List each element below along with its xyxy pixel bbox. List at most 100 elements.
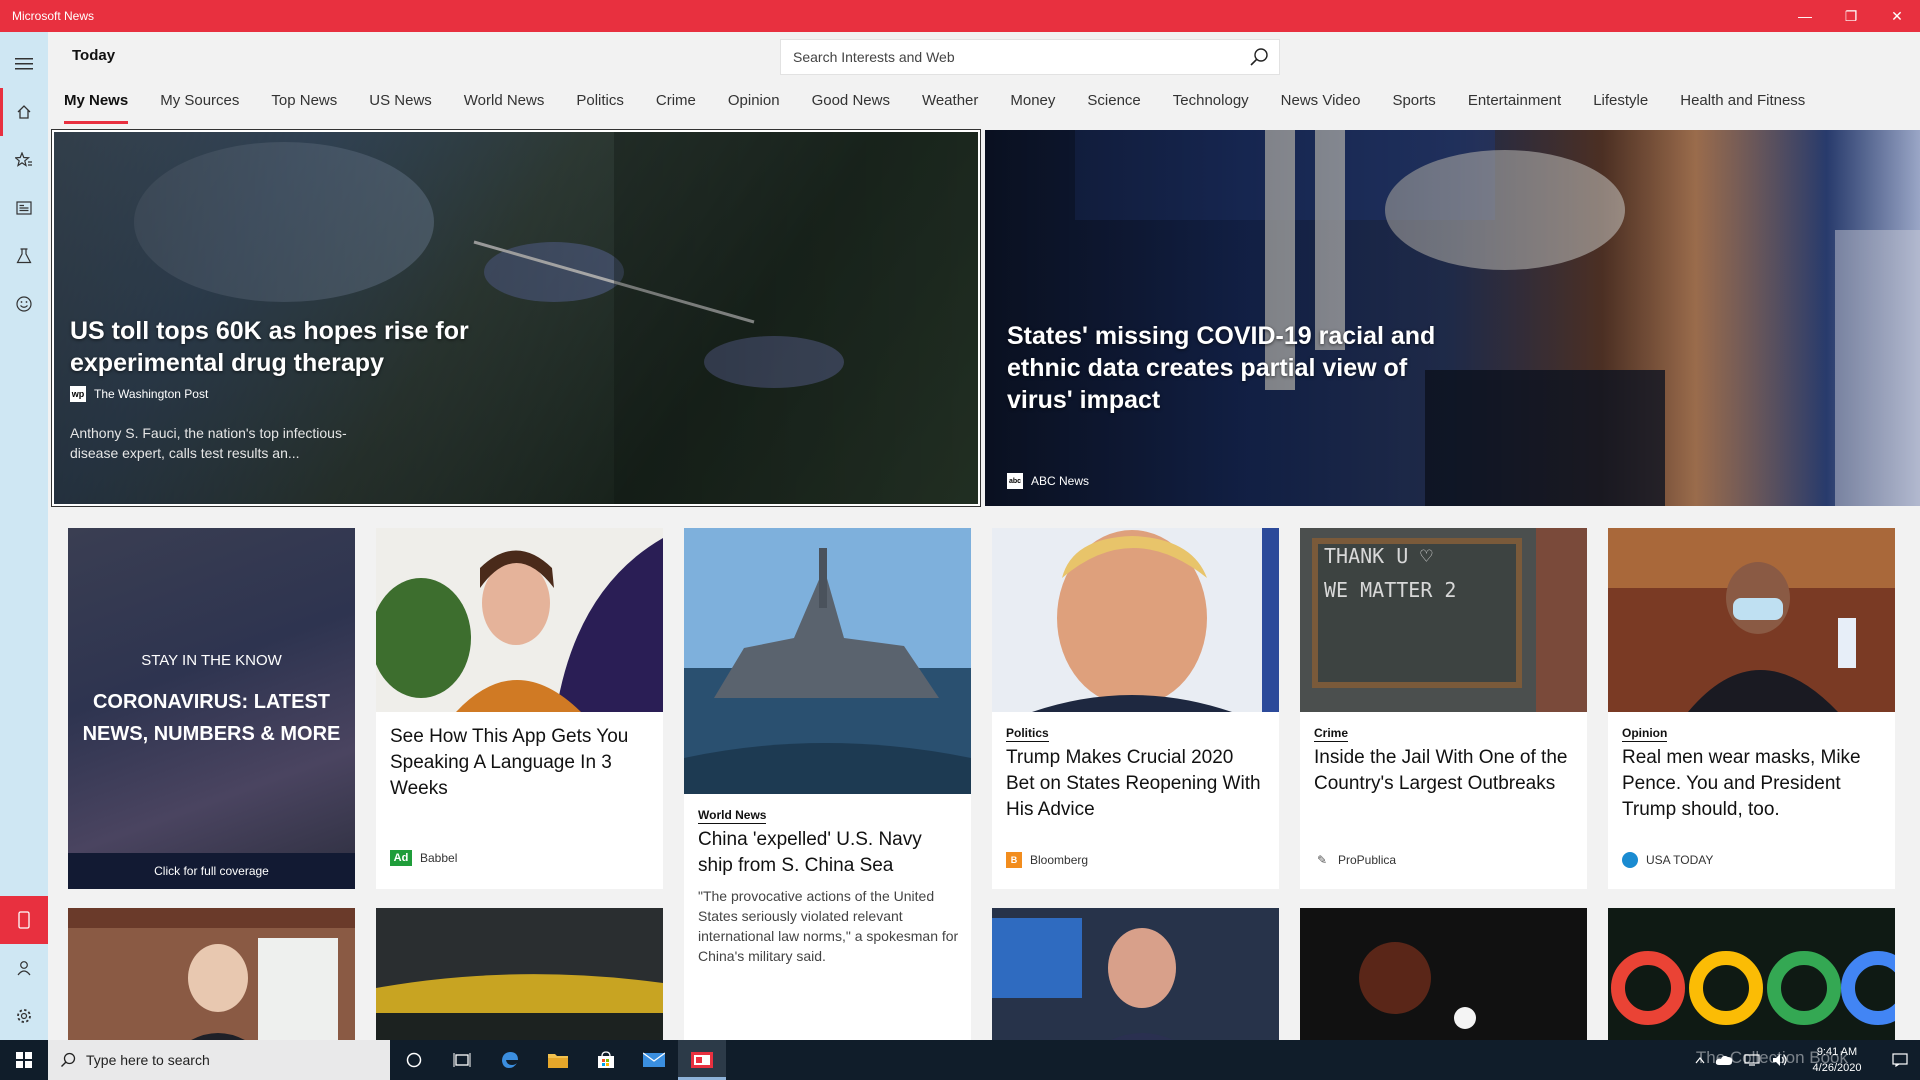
promo-title: CORONAVIRUS: LATEST NEWS, NUMBERS & MORE [82,691,341,745]
account-person-icon[interactable] [0,944,48,992]
source-name: The Washington Post [94,387,209,401]
story-card-row3-4[interactable] [1300,908,1587,1040]
card-source: USA TODAY [1622,852,1713,868]
story-card-masks-opinion[interactable]: Opinion Real men wear masks, Mike Pence.… [1608,528,1895,889]
tab-lifestyle[interactable]: Lifestyle [1577,88,1664,124]
science-flask-icon[interactable] [0,232,48,280]
tab-weather[interactable]: Weather [906,88,994,124]
hero-source: wp The Washington Post [70,386,208,402]
source-name: Bloomberg [1030,853,1089,867]
story-card-navy-ship[interactable]: World News China 'expelled' U.S. Navy sh… [684,528,971,1040]
card-photo-woman [376,528,663,712]
card-photo-google-logo [1608,908,1895,1040]
settings-gear-icon[interactable] [0,992,48,1040]
network-icon[interactable] [1738,1040,1766,1080]
tab-health-and-fitness[interactable]: Health and Fitness [1664,88,1821,124]
tab-top-news[interactable]: Top News [255,88,353,124]
story-card-row3-1[interactable] [68,908,355,1040]
card-source: B Bloomberg [1006,852,1088,868]
taskbar-search-box[interactable]: Type here to search [48,1040,390,1080]
promo-kicker: STAY IN THE KNOW [141,652,282,669]
category-tabs: My News My Sources Top News US News Worl… [48,88,1821,124]
tab-opinion[interactable]: Opinion [712,88,796,124]
onedrive-cloud-icon[interactable] [1710,1040,1738,1080]
search-icon [61,1052,76,1067]
close-button[interactable]: ✕ [1874,0,1920,32]
tab-money[interactable]: Money [994,88,1071,124]
card-title[interactable]: Inside the Jail With One of the Country'… [1314,745,1574,797]
mail-icon[interactable] [630,1040,678,1080]
card-category[interactable]: Opinion [1622,725,1668,742]
card-photo-trump [992,528,1279,712]
tab-my-sources[interactable]: My Sources [144,88,255,124]
card-photo-warship [684,528,971,794]
interests-star-icon[interactable] [0,136,48,184]
full-coverage-link[interactable]: Click for full coverage [68,853,355,889]
mobile-phone-icon[interactable] [0,896,48,944]
story-card-trump-reopening[interactable]: Politics Trump Makes Crucial 2020 Bet on… [992,528,1279,889]
title-bar: Microsoft News — ❐ ✕ [0,0,1920,32]
taskbar-search-input[interactable]: Type here to search [86,1052,210,1068]
source-name: USA TODAY [1646,853,1714,867]
washington-post-logo-icon: wp [70,386,86,402]
source-name: Babbel [420,851,458,865]
coronavirus-coverage-card[interactable]: STAY IN THE KNOW CORONAVIRUS: LATEST NEW… [68,528,355,889]
restore-button[interactable]: ❐ [1828,0,1874,32]
taskbar-clock[interactable]: 9:41 AM 4/26/2020 [1794,1044,1880,1076]
system-tray: 9:41 AM 4/26/2020 [1690,1040,1920,1080]
card-category[interactable]: Politics [1006,725,1049,742]
tab-sports[interactable]: Sports [1376,88,1451,124]
card-title[interactable]: See How This App Gets You Speaking A Lan… [390,724,650,802]
card-title[interactable]: China 'expelled' U.S. Navy ship from S. … [698,827,958,879]
tab-news-video[interactable]: News Video [1265,88,1377,124]
store-icon[interactable] [582,1040,630,1080]
card-title[interactable]: Real men wear masks, Mike Pence. You and… [1622,745,1882,823]
tab-entertainment[interactable]: Entertainment [1452,88,1577,124]
hero-story-drug-therapy[interactable]: US toll tops 60K as hopes rise for exper… [51,129,981,507]
card-category[interactable]: Crime [1314,725,1349,742]
tab-good-news[interactable]: Good News [796,88,906,124]
ad-card-babbel[interactable]: See How This App Gets You Speaking A Lan… [376,528,663,889]
tab-my-news[interactable]: My News [48,88,144,124]
news-sources-icon[interactable] [0,184,48,232]
task-view-icon[interactable] [438,1040,486,1080]
file-explorer-icon[interactable] [534,1040,582,1080]
action-center-notification-icon[interactable] [1880,1040,1920,1080]
card-photo-chalkboard: THANK U ♡ WE MATTER 2 [1300,528,1587,712]
story-card-row3-2[interactable] [376,908,663,1040]
hero-snippet: Anthony S. Fauci, the nation's top infec… [70,425,347,461]
tab-crime[interactable]: Crime [640,88,712,124]
bloomberg-logo-icon: B [1006,852,1022,868]
hamburger-menu-icon[interactable] [0,40,48,88]
card-source: Ad Babbel [390,850,457,866]
card-title[interactable]: Trump Makes Crucial 2020 Bet on States R… [1006,745,1266,823]
search-input[interactable]: Search Interests and Web [781,49,1239,65]
search-box[interactable]: Search Interests and Web [780,39,1280,75]
smiley-icon[interactable] [0,280,48,328]
hero-title[interactable]: US toll tops 60K as hopes rise for exper… [70,315,490,379]
windows-start-icon[interactable] [0,1040,48,1080]
minimize-button[interactable]: — [1782,0,1828,32]
home-icon[interactable] [0,88,48,136]
tab-politics[interactable]: Politics [560,88,640,124]
chevron-up-icon[interactable] [1690,1040,1710,1080]
microsoft-news-app-icon[interactable] [678,1040,726,1080]
hero-overlay [985,130,1920,506]
cortana-icon[interactable] [390,1040,438,1080]
source-name: ABC News [1031,474,1090,488]
hero-title[interactable]: States' missing COVID-19 racial and ethn… [1007,320,1467,416]
tab-technology[interactable]: Technology [1157,88,1265,124]
card-category[interactable]: World News [698,807,767,824]
edge-browser-icon[interactable] [486,1040,534,1080]
story-card-jail-outbreak[interactable]: THANK U ♡ WE MATTER 2 Crime Inside the J… [1300,528,1587,889]
tab-us-news[interactable]: US News [353,88,448,124]
search-icon[interactable] [1239,40,1279,74]
story-card-row3-3[interactable] [992,908,1279,1040]
volume-speaker-icon[interactable] [1766,1040,1794,1080]
chalkboard-text: THANK U ♡ [1324,544,1433,568]
tab-world-news[interactable]: World News [448,88,561,124]
news-feed: US toll tops 60K as hopes rise for exper… [48,124,1920,1040]
story-card-row3-5[interactable] [1608,908,1895,1040]
tab-science[interactable]: Science [1071,88,1156,124]
hero-story-covid-data[interactable]: States' missing COVID-19 racial and ethn… [985,130,1920,506]
